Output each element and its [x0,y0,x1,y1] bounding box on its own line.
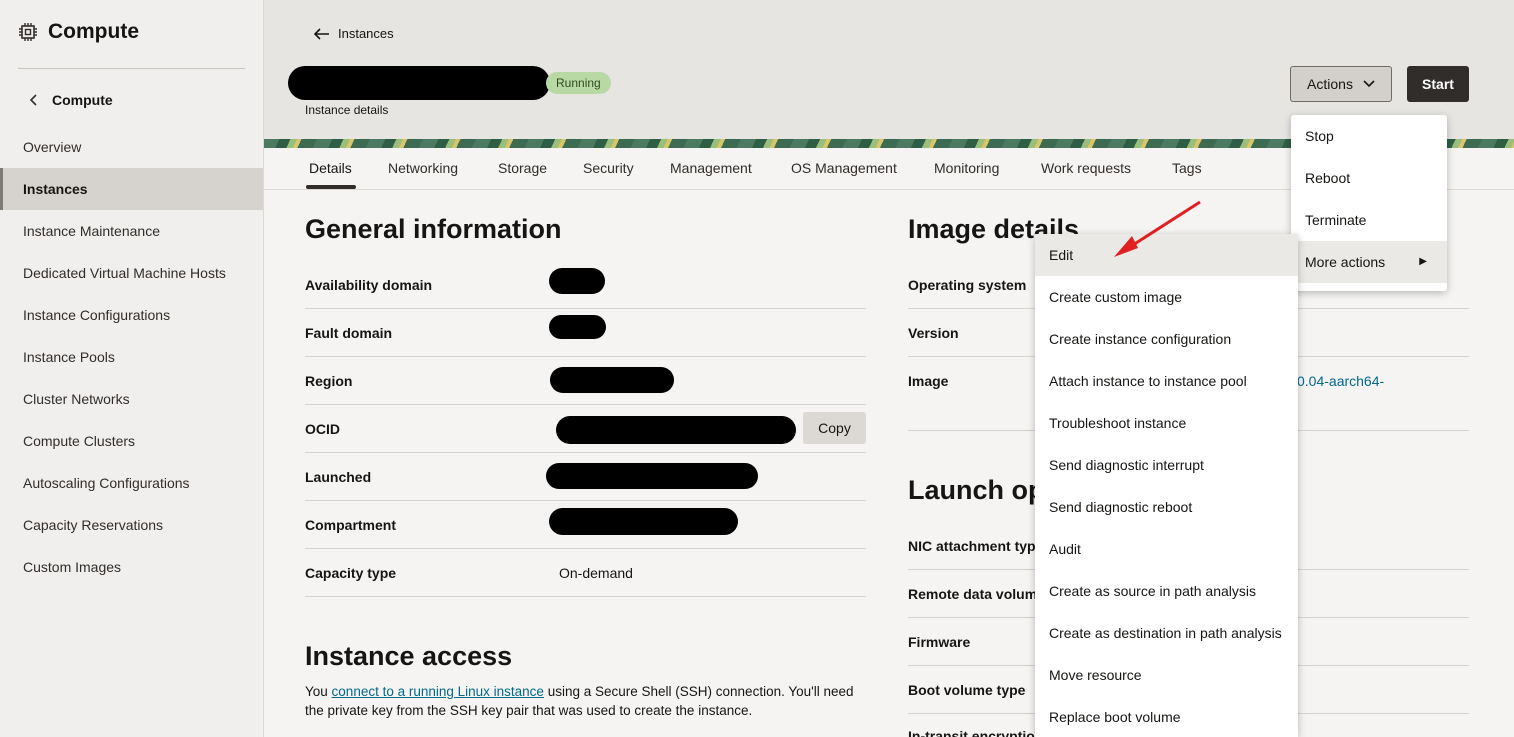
menu-item-move-resource[interactable]: Move resource [1035,654,1298,696]
redacted-instance-name [288,66,550,100]
start-button[interactable]: Start [1407,66,1469,102]
redacted-availability-domain [549,268,605,294]
region-label: Region [305,373,353,389]
in-transit-encryption-label: In-transit encryptio [908,728,1035,737]
tab-management[interactable]: Management [670,160,752,176]
menu-item-replace-boot-volume[interactable]: Replace boot volume [1035,696,1298,737]
row-divider [305,356,866,357]
row-divider [305,404,866,405]
menu-item-terminate[interactable]: Terminate [1291,199,1447,241]
row-divider [305,500,866,501]
capacity-type-label: Capacity type [305,565,397,581]
sidebar-item-compute-clusters[interactable]: Compute Clusters [0,420,263,462]
boot-volume-type-label: Boot volume type [908,682,1026,698]
menu-item-create-instance-configuration[interactable]: Create instance configuration [1035,318,1298,360]
sidebar-nav: Overview Instances Instance Maintenance … [0,126,263,588]
menu-item-more-actions[interactable]: More actions ▶ [1291,241,1447,283]
operating-system-label: Operating system [908,277,1027,293]
more-actions-label: More actions [1305,254,1386,270]
fault-domain-label: Fault domain [305,325,393,341]
menu-item-attach-to-pool[interactable]: Attach instance to instance pool [1035,360,1298,402]
tab-work-requests[interactable]: Work requests [1041,160,1131,176]
tab-security[interactable]: Security [583,160,634,176]
sidebar-item-cluster-networks[interactable]: Cluster Networks [0,378,263,420]
menu-item-stop[interactable]: Stop [1291,115,1447,157]
firmware-label: Firmware [908,634,971,650]
redacted-ocid [556,416,796,444]
actions-button-label: Actions [1307,76,1353,92]
tab-monitoring[interactable]: Monitoring [934,160,999,176]
launched-label: Launched [305,469,372,485]
menu-item-send-diagnostic-reboot[interactable]: Send diagnostic reboot [1035,486,1298,528]
sidebar-item-dedicated-vm-hosts[interactable]: Dedicated Virtual Machine Hosts [0,252,263,294]
sidebar-item-instances[interactable]: Instances [0,168,263,210]
tab-os-management[interactable]: OS Management [791,160,897,176]
sidebar-title: Compute [18,20,139,44]
sidebar-item-capacity-reservations[interactable]: Capacity Reservations [0,504,263,546]
redacted-launched [546,463,758,489]
redacted-compartment [549,508,738,535]
menu-item-create-destination-path-analysis[interactable]: Create as destination in path analysis [1035,612,1298,654]
row-divider [305,596,866,597]
menu-item-troubleshoot-instance[interactable]: Troubleshoot instance [1035,402,1298,444]
sidebar-item-instance-maintenance[interactable]: Instance Maintenance [0,210,263,252]
sidebar: Compute Compute Overview Instances Insta… [0,0,264,737]
sidebar-item-overview[interactable]: Overview [0,126,263,168]
image-label: Image [908,373,949,389]
redacted-fault-domain [549,315,606,339]
row-divider [305,452,866,453]
sidebar-back-label: Compute [52,92,113,108]
menu-item-audit[interactable]: Audit [1035,528,1298,570]
caret-right-icon: ▶ [1419,256,1427,267]
access-text-before: You [305,684,332,699]
launch-options-heading: Launch op [908,475,1045,505]
actions-button[interactable]: Actions [1290,66,1392,102]
sidebar-item-autoscaling-configurations[interactable]: Autoscaling Configurations [0,462,263,504]
version-label: Version [908,325,959,341]
active-tab-indicator [306,185,356,189]
red-annotation-arrow-icon [1114,200,1201,257]
general-info-heading: General information [305,214,562,244]
sidebar-item-custom-images[interactable]: Custom Images [0,546,263,588]
menu-item-create-custom-image[interactable]: Create custom image [1035,276,1298,318]
menu-item-create-source-path-analysis[interactable]: Create as source in path analysis [1035,570,1298,612]
sidebar-title-text: Compute [48,20,139,43]
back-to-instances-link[interactable]: Instances [314,26,394,41]
sidebar-divider [18,68,245,69]
capacity-type-value: On-demand [559,565,633,581]
sidebar-item-instance-pools[interactable]: Instance Pools [0,336,263,378]
tab-details[interactable]: Details [309,160,352,176]
page-subtitle: Instance details [305,103,389,117]
ocid-label: OCID [305,421,340,437]
more-actions-submenu: Edit Create custom image Create instance… [1035,234,1298,737]
image-value-link[interactable]: 0.04-aarch64- [1297,373,1384,389]
tab-networking[interactable]: Networking [388,160,458,176]
chevron-down-icon [1363,80,1375,88]
tab-storage[interactable]: Storage [498,160,547,176]
compartment-label: Compartment [305,517,397,533]
row-divider [305,308,866,309]
sidebar-item-instance-configurations[interactable]: Instance Configurations [0,294,263,336]
availability-domain-label: Availability domain [305,277,433,293]
sidebar-back-link[interactable]: Compute [30,92,113,108]
instance-access-description: You connect to a running Linux instance … [305,682,865,720]
instance-access-heading: Instance access [305,641,513,671]
tab-tags[interactable]: Tags [1172,160,1202,176]
remote-data-volume-label: Remote data volum [908,586,1038,602]
back-link-label: Instances [338,26,394,41]
chevron-left-icon [30,94,37,106]
chip-icon [19,23,37,41]
menu-item-reboot[interactable]: Reboot [1291,157,1447,199]
arrow-left-icon [314,27,329,40]
nic-attachment-type-label: NIC attachment typ [908,538,1036,554]
copy-ocid-button[interactable]: Copy [803,412,866,444]
actions-menu: Stop Reboot Terminate More actions ▶ [1291,115,1447,291]
status-badge: Running [546,72,611,94]
connect-linux-instance-link[interactable]: connect to a running Linux instance [332,684,544,699]
redacted-region [550,367,674,393]
row-divider [305,548,866,549]
menu-item-send-diagnostic-interrupt[interactable]: Send diagnostic interrupt [1035,444,1298,486]
